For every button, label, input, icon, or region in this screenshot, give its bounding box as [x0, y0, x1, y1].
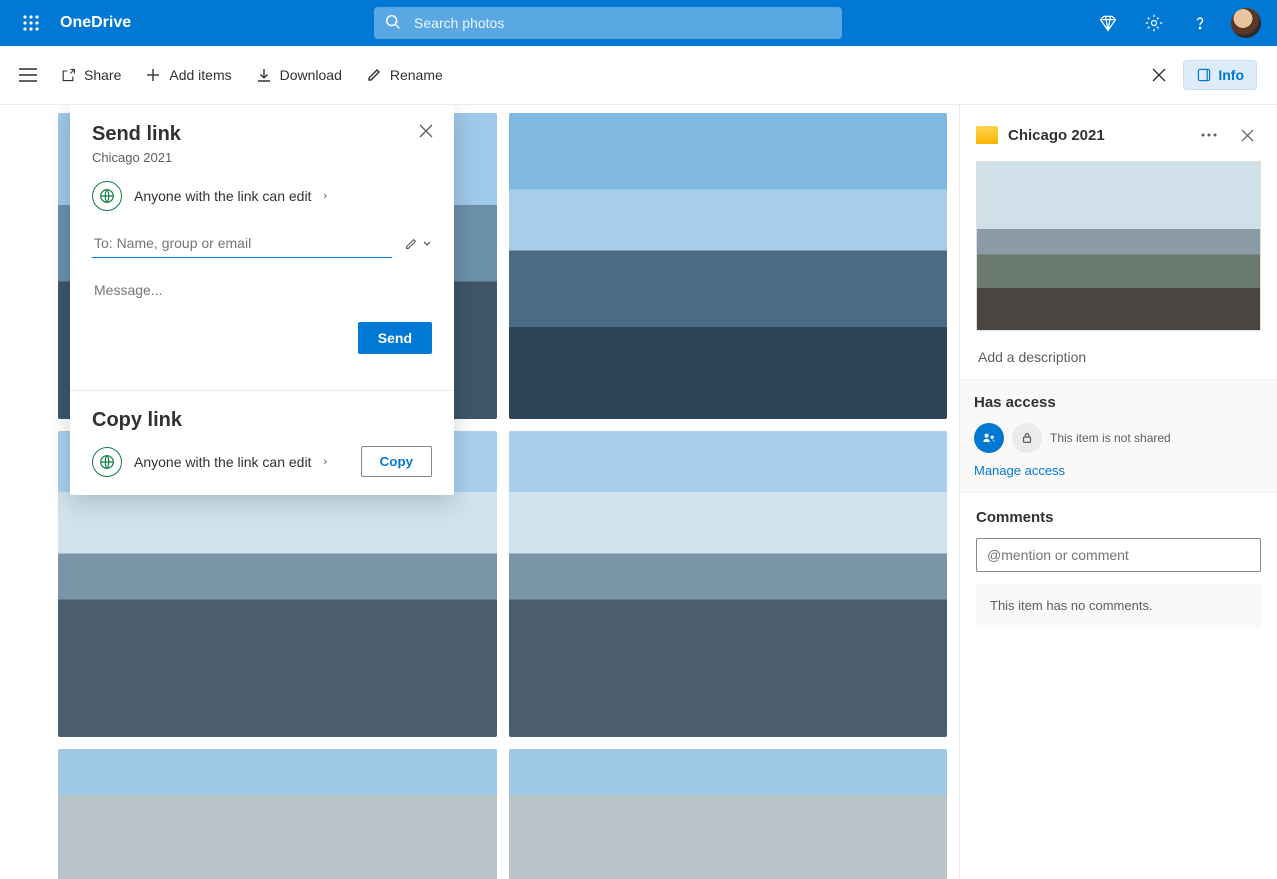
comment-input[interactable]: [976, 538, 1261, 572]
info-icon: [1196, 67, 1212, 83]
download-icon: [256, 67, 272, 83]
search-icon: [384, 13, 402, 31]
has-access-title: Has access: [974, 394, 1263, 411]
chevron-right-icon: ›: [323, 456, 327, 468]
details-title: Chicago 2021: [1008, 127, 1185, 144]
recipient-row: [92, 229, 432, 258]
close-selection-button[interactable]: [1139, 55, 1179, 95]
add-items-label: Add items: [169, 67, 231, 83]
download-label: Download: [280, 67, 342, 83]
main-content: Send link Chicago 2021 Anyone with the l…: [0, 105, 1277, 879]
chevron-right-icon: ›: [323, 190, 327, 202]
lock-icon[interactable]: [1012, 423, 1042, 453]
photo-item[interactable]: [58, 749, 497, 879]
rename-button[interactable]: Rename: [354, 55, 455, 95]
description-input[interactable]: Add a description: [976, 343, 1261, 379]
brand-title[interactable]: OneDrive: [60, 14, 131, 32]
has-access-section: Has access This item is not shared Manag…: [960, 379, 1277, 493]
share-icon: [60, 67, 76, 83]
permission-text: Anyone with the link can edit: [134, 188, 311, 204]
close-details-button[interactable]: [1233, 121, 1261, 149]
globe-icon: [92, 447, 122, 477]
share-label: Share: [84, 67, 121, 83]
search-input[interactable]: [374, 7, 842, 39]
photo-item[interactable]: [509, 749, 948, 879]
copy-button[interactable]: Copy: [361, 446, 432, 477]
copy-permission-selector[interactable]: Anyone with the link can edit ›: [92, 447, 327, 477]
recipient-input[interactable]: [92, 229, 392, 258]
plus-icon: [145, 67, 161, 83]
share-dialog: Send link Chicago 2021 Anyone with the l…: [70, 105, 454, 495]
details-header: Chicago 2021: [976, 117, 1261, 161]
comments-section: Comments This item has no comments.: [976, 503, 1261, 627]
photo-gallery[interactable]: Send link Chicago 2021 Anyone with the l…: [0, 105, 959, 879]
copy-link-section: Copy link Anyone with the link can edit …: [70, 391, 454, 495]
access-text: This item is not shared: [1050, 431, 1171, 445]
photo-item[interactable]: [509, 431, 948, 737]
copy-link-title: Copy link: [92, 409, 432, 432]
send-button[interactable]: Send: [358, 322, 432, 354]
more-options-icon[interactable]: [1195, 121, 1223, 149]
share-button[interactable]: Share: [48, 55, 133, 95]
globe-icon: [92, 181, 122, 211]
access-row: This item is not shared: [974, 423, 1263, 453]
message-input[interactable]: [92, 276, 432, 304]
search-container: [374, 7, 842, 39]
header-right: [1085, 0, 1269, 46]
command-bar-right: Info: [1139, 55, 1257, 95]
account-avatar[interactable]: [1223, 0, 1269, 46]
rename-label: Rename: [390, 67, 443, 83]
rename-icon: [366, 67, 382, 83]
premium-icon[interactable]: [1085, 0, 1131, 46]
send-link-section: Send link Chicago 2021 Anyone with the l…: [70, 105, 454, 390]
add-items-button[interactable]: Add items: [133, 55, 243, 95]
send-link-title: Send link: [92, 123, 432, 146]
details-preview-image[interactable]: [976, 161, 1261, 331]
hamburger-icon[interactable]: [8, 55, 48, 95]
folder-icon: [976, 126, 998, 144]
command-bar: Share Add items Download Rename Info: [0, 46, 1277, 105]
info-button[interactable]: Info: [1183, 60, 1257, 90]
copy-permission-text: Anyone with the link can edit: [134, 454, 311, 470]
shared-with-icon[interactable]: [974, 423, 1004, 453]
photo-item[interactable]: [509, 113, 948, 419]
edit-permissions-dropdown[interactable]: [404, 237, 432, 251]
gear-icon[interactable]: [1131, 0, 1177, 46]
app-launcher-icon[interactable]: [8, 0, 54, 46]
comments-title: Comments: [976, 509, 1261, 526]
no-comments-text: This item has no comments.: [976, 584, 1261, 627]
download-button[interactable]: Download: [244, 55, 354, 95]
dialog-close-button[interactable]: [412, 117, 440, 145]
help-icon[interactable]: [1177, 0, 1223, 46]
manage-access-link[interactable]: Manage access: [974, 463, 1065, 478]
info-label: Info: [1218, 67, 1244, 83]
permission-selector[interactable]: Anyone with the link can edit ›: [92, 181, 432, 211]
app-header: OneDrive: [0, 0, 1277, 46]
send-link-subtitle: Chicago 2021: [92, 150, 432, 165]
details-panel: Chicago 2021 Add a description Has acces…: [959, 105, 1277, 879]
